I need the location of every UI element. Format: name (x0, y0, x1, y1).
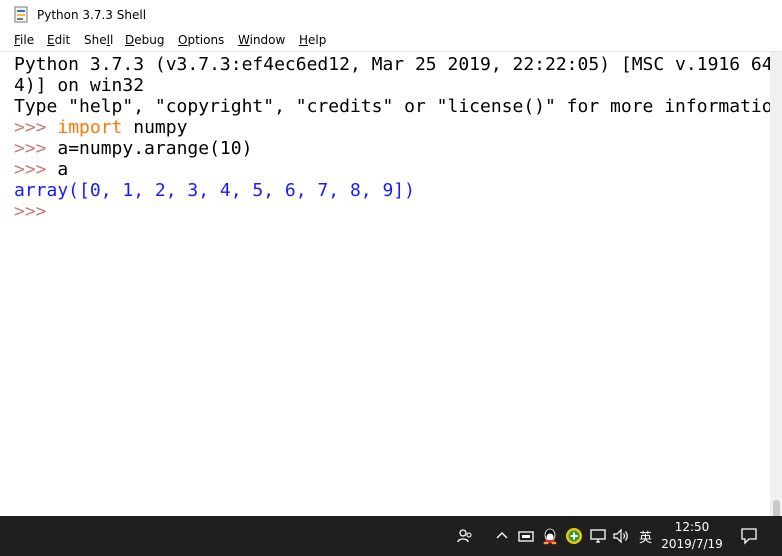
menu-edit[interactable]: Edit (47, 33, 70, 47)
banner-line-2: 4)] on win32 (14, 75, 145, 96)
volume-icon[interactable] (611, 526, 631, 546)
menu-help-accel: H (299, 33, 309, 47)
prompt: >>> (14, 159, 58, 180)
input-line-2: >>> a=numpy.arange(10) (14, 138, 252, 159)
app-tray-icon[interactable] (516, 526, 536, 546)
menu-debug-label: ebug (134, 33, 165, 47)
input-method-indicator[interactable]: 英 (639, 527, 652, 546)
input-line-1: >>> import numpy (14, 117, 187, 138)
menu-help[interactable]: Help (299, 33, 326, 47)
menu-options-label: ptions (187, 33, 225, 47)
menu-edit-label: dit (54, 33, 71, 47)
plus-circle-icon[interactable] (564, 526, 584, 546)
menu-window[interactable]: Window (238, 33, 285, 47)
menu-options[interactable]: Options (178, 33, 224, 47)
system-clock[interactable]: 12:50 2019/7/19 (660, 519, 724, 553)
menu-shell[interactable]: Shell (84, 33, 113, 47)
prompt: >>> (14, 138, 58, 159)
menu-edit-accel: E (47, 33, 55, 47)
banner-line-3: Type "help", "copyright", "credits" or "… (14, 96, 770, 117)
menu-help-label: elp (308, 33, 327, 47)
menu-window-accel: W (238, 33, 250, 47)
command-text: a=numpy.arange(10) (57, 138, 253, 159)
menu-debug[interactable]: Debug (125, 33, 164, 47)
command-text: a (57, 159, 69, 180)
menu-shell-label: l (109, 33, 114, 47)
network-icon[interactable] (588, 526, 608, 546)
vertical-scrollbar[interactable] (770, 52, 782, 556)
qq-icon[interactable] (540, 526, 560, 546)
keyword-import: import (57, 117, 123, 138)
output-line-1: array([0, 1, 2, 3, 4, 5, 6, 7, 8, 9]) (14, 180, 415, 201)
chevron-up-icon[interactable] (492, 526, 512, 546)
title-bar[interactable]: Python 3.7.3 Shell (0, 0, 782, 31)
menu-file-label: ile (20, 33, 35, 47)
menu-debug-accel: D (125, 33, 135, 47)
menu-shell-pre: She (84, 33, 107, 47)
window-title: Python 3.7.3 Shell (37, 8, 147, 22)
menu-bar: File Edit Shell Debug Options Window Hel… (0, 31, 782, 52)
taskbar: 英 12:50 2019/7/19 (0, 516, 782, 556)
command-text: numpy (122, 117, 188, 138)
prompt: >>> (14, 117, 58, 138)
python-idle-icon (14, 6, 28, 23)
people-icon[interactable] (455, 526, 475, 546)
banner-line-1: Python 3.7.3 (v3.7.3:ef4ec6ed12, Mar 25 … (14, 54, 770, 75)
prompt: >>> (14, 201, 58, 222)
menu-file[interactable]: File (14, 33, 34, 47)
action-center-icon[interactable] (739, 526, 759, 546)
clock-date: 2019/7/19 (661, 537, 723, 551)
shell-text-area[interactable]: Python 3.7.3 (v3.7.3:ef4ec6ed12, Mar 25 … (0, 52, 770, 515)
input-line-current[interactable]: >>> (14, 201, 57, 222)
input-line-3: >>> a (14, 159, 68, 180)
menu-window-label: indow (249, 33, 286, 47)
clock-time: 12:50 (674, 520, 710, 534)
